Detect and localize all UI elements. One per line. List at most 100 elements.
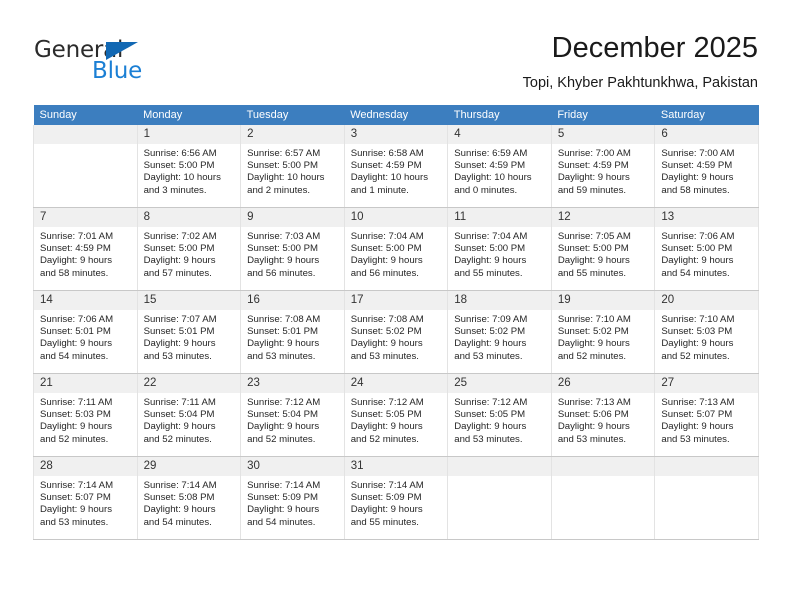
calendar-day-cell[interactable]: 29 Sunrise: 7:14 AM Sunset: 5:08 PM Dayligh… (136, 457, 242, 540)
sunset-text: Sunset: 5:05 PM (454, 409, 526, 421)
daylight-text-line1: Daylight: 9 hours (40, 504, 112, 516)
calendar-day-cell[interactable]: 1 Sunrise: 6:56 AM Sunset: 5:00 PM Daylight… (136, 125, 242, 208)
day-details: Sunrise: 6:57 AM Sunset: 5:00 PM Daylight:… (241, 144, 344, 197)
calendar-day-cell[interactable]: 24 Sunrise: 7:12 AM Sunset: 5:05 PM Dayligh… (343, 374, 449, 457)
daylight-text-line2: and 52 minutes. (350, 433, 419, 445)
daylight-text-line2: and 52 minutes. (557, 350, 627, 362)
calendar-day-cell[interactable]: 10 Sunrise: 7:04 AM Sunset: 5:00 PM Dayligh… (343, 208, 449, 291)
calendar-day-cell[interactable]: 19 Sunrise: 7:10 AM Sunset: 5:02 PM Dayligh… (550, 291, 656, 374)
sunset-text: Sunset: 5:04 PM (143, 409, 215, 421)
day-number: 26 (551, 374, 655, 393)
day-number: 3 (344, 125, 448, 144)
logo-text-blue: Blue (92, 58, 143, 84)
daylight-text-line1: Daylight: 10 hours (350, 172, 429, 184)
sunset-text: Sunset: 5:02 PM (454, 326, 526, 338)
calendar-day-cell[interactable]: 22 Sunrise: 7:11 AM Sunset: 5:04 PM Dayligh… (136, 374, 242, 457)
calendar-header-row: Sunday Monday Tuesday Wednesday Thursday… (33, 105, 759, 125)
daylight-text-line2: and 56 minutes. (247, 267, 316, 279)
sunrise-text: Sunrise: 7:13 AM (661, 397, 735, 408)
calendar-day-cell[interactable]: 3 Sunrise: 6:58 AM Sunset: 4:59 PM Daylight… (343, 125, 449, 208)
calendar-day-cell[interactable]: 28 Sunrise: 7:14 AM Sunset: 5:07 PM Dayligh… (33, 457, 138, 540)
sunset-text: Sunset: 4:59 PM (350, 160, 422, 172)
daylight-text-line2: and 2 minutes. (247, 184, 311, 196)
calendar-day-cell[interactable]: 11 Sunrise: 7:04 AM Sunset: 5:00 PM Dayligh… (447, 208, 552, 291)
sunrise-text: Sunrise: 7:14 AM (40, 480, 114, 491)
general-blue-logo[interactable]: General Blue (34, 38, 164, 84)
calendar-day-cell[interactable]: 31 Sunrise: 7:14 AM Sunset: 5:09 PM Dayligh… (343, 457, 449, 540)
sunrise-text: Sunrise: 7:06 AM (661, 231, 735, 242)
daylight-text-line1: Daylight: 9 hours (40, 338, 112, 350)
sunrise-text: Sunrise: 7:10 AM (557, 314, 631, 325)
day-number: 27 (655, 374, 758, 393)
sunrise-text: Sunrise: 7:12 AM (247, 397, 321, 408)
day-details: Sunrise: 7:04 AM Sunset: 5:00 PM Daylight:… (345, 227, 448, 280)
calendar-day-cell[interactable]: 15 Sunrise: 7:07 AM Sunset: 5:01 PM Dayligh… (136, 291, 242, 374)
day-number: 19 (551, 291, 655, 310)
calendar-day-cell[interactable]: 4 Sunrise: 6:59 AM Sunset: 4:59 PM Daylight… (447, 125, 552, 208)
sunrise-text: Sunrise: 6:56 AM (143, 148, 217, 159)
day-number: 4 (448, 125, 551, 144)
day-details: Sunrise: 7:01 AM Sunset: 4:59 PM Daylight:… (34, 227, 137, 280)
calendar-day-cell[interactable]: 25 Sunrise: 7:12 AM Sunset: 5:05 PM Dayligh… (447, 374, 552, 457)
sunrise-text: Sunrise: 7:07 AM (143, 314, 217, 325)
day-number: 14 (34, 291, 137, 310)
daylight-text-line2: and 53 minutes. (350, 350, 419, 362)
daylight-text-line2: and 54 minutes. (40, 350, 109, 362)
calendar-day-cell[interactable]: 14 Sunrise: 7:06 AM Sunset: 5:01 PM Dayligh… (33, 291, 138, 374)
day-details: Sunrise: 7:08 AM Sunset: 5:01 PM Daylight:… (241, 310, 344, 363)
sunrise-text: Sunrise: 6:59 AM (454, 148, 528, 159)
calendar-day-cell[interactable]: 30 Sunrise: 7:14 AM Sunset: 5:09 PM Dayligh… (240, 457, 345, 540)
sunset-text: Sunset: 5:01 PM (143, 326, 215, 338)
daylight-text-line1: Daylight: 9 hours (454, 255, 527, 267)
calendar-day-cell[interactable]: 21 Sunrise: 7:11 AM Sunset: 5:03 PM Dayligh… (33, 374, 138, 457)
daylight-text-line2: and 53 minutes. (143, 350, 212, 362)
calendar-day-cell[interactable]: 7 Sunrise: 7:01 AM Sunset: 4:59 PM Daylight… (33, 208, 138, 291)
calendar-day-cell[interactable]: 6 Sunrise: 7:00 AM Sunset: 4:59 PM Daylight… (654, 125, 759, 208)
day-number: 28 (34, 457, 137, 476)
page-title: December 2025 (551, 32, 758, 64)
calendar-day-cell[interactable]: 17 Sunrise: 7:08 AM Sunset: 5:02 PM Dayligh… (343, 291, 449, 374)
sunset-text: Sunset: 5:01 PM (247, 326, 319, 338)
sunset-text: Sunset: 5:00 PM (350, 243, 422, 255)
calendar-day-cell[interactable]: 27 Sunrise: 7:13 AM Sunset: 5:07 PM Dayligh… (654, 374, 759, 457)
day-details: Sunrise: 7:10 AM Sunset: 5:03 PM Daylight:… (655, 310, 758, 363)
daylight-text-line2: and 1 minute. (350, 184, 409, 196)
weekday-header-saturday: Saturday (654, 105, 759, 125)
calendar-day-cell[interactable]: 2 Sunrise: 6:57 AM Sunset: 5:00 PM Daylight… (240, 125, 345, 208)
day-number: 23 (241, 374, 344, 393)
calendar-day-cell[interactable]: 16 Sunrise: 7:08 AM Sunset: 5:01 PM Dayligh… (240, 291, 345, 374)
day-number: 12 (551, 208, 655, 227)
daylight-text-line1: Daylight: 9 hours (557, 255, 630, 267)
page-header: General Blue December 2025 Topi, Khyber … (0, 0, 792, 100)
day-number: 22 (137, 374, 241, 393)
calendar-day-cell[interactable]: 12 Sunrise: 7:05 AM Sunset: 5:00 PM Dayligh… (550, 208, 656, 291)
day-number: 13 (655, 208, 758, 227)
calendar-grid: Sunday Monday Tuesday Wednesday Thursday… (33, 105, 759, 540)
daylight-text-line2: and 53 minutes. (40, 516, 109, 528)
day-number: 25 (448, 374, 551, 393)
daylight-text-line1: Daylight: 9 hours (557, 338, 630, 350)
day-details: Sunrise: 7:13 AM Sunset: 5:06 PM Daylight:… (552, 393, 655, 446)
calendar-day-cell[interactable]: 26 Sunrise: 7:13 AM Sunset: 5:06 PM Dayligh… (550, 374, 656, 457)
calendar-day-cell[interactable]: 9 Sunrise: 7:03 AM Sunset: 5:00 PM Daylight… (240, 208, 345, 291)
calendar-day-cell[interactable]: 18 Sunrise: 7:09 AM Sunset: 5:02 PM Dayligh… (447, 291, 552, 374)
daylight-text-line2: and 54 minutes. (661, 267, 730, 279)
day-number (655, 457, 758, 476)
sunset-text: Sunset: 5:02 PM (350, 326, 422, 338)
daylight-text-line2: and 55 minutes. (557, 267, 627, 279)
sunrise-text: Sunrise: 7:14 AM (350, 480, 424, 491)
daylight-text-line2: and 57 minutes. (143, 267, 212, 279)
day-details: Sunrise: 7:14 AM Sunset: 5:08 PM Daylight:… (138, 476, 241, 529)
calendar-day-cell[interactable]: 20 Sunrise: 7:10 AM Sunset: 5:03 PM Dayligh… (654, 291, 759, 374)
calendar-day-cell[interactable]: 8 Sunrise: 7:02 AM Sunset: 5:00 PM Daylight… (136, 208, 242, 291)
calendar-day-cell[interactable]: 5 Sunrise: 7:00 AM Sunset: 4:59 PM Daylight… (550, 125, 656, 208)
sunrise-text: Sunrise: 7:02 AM (143, 231, 217, 242)
daylight-text-line1: Daylight: 9 hours (143, 504, 216, 516)
calendar-day-cell[interactable]: 23 Sunrise: 7:12 AM Sunset: 5:04 PM Dayligh… (240, 374, 345, 457)
calendar-day-cell[interactable]: 13 Sunrise: 7:06 AM Sunset: 5:00 PM Dayligh… (654, 208, 759, 291)
daylight-text-line2: and 53 minutes. (247, 350, 316, 362)
daylight-text-line1: Daylight: 9 hours (247, 338, 320, 350)
day-number: 15 (137, 291, 241, 310)
calendar-week-row: 21 Sunrise: 7:11 AM Sunset: 5:03 PM Dayligh… (33, 374, 759, 457)
daylight-text-line1: Daylight: 9 hours (454, 338, 527, 350)
